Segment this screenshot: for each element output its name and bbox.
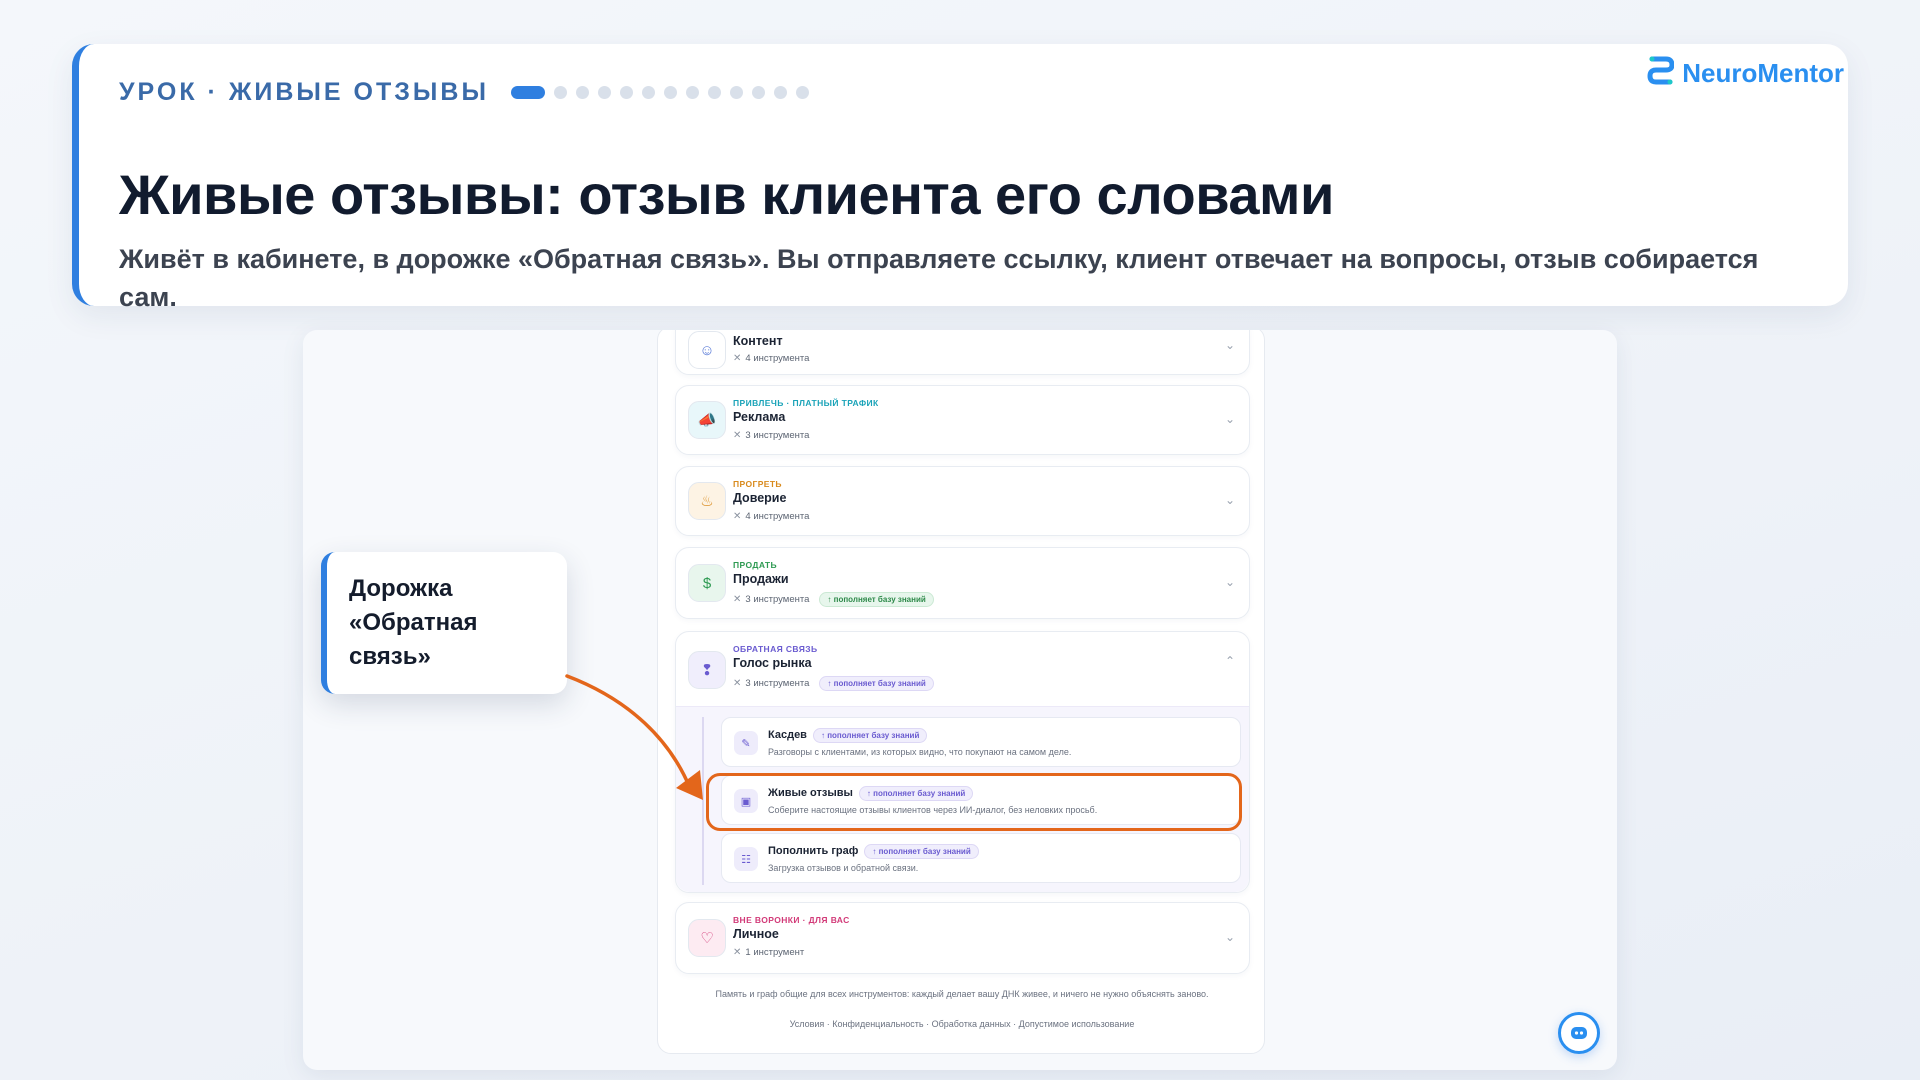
megaphone-icon: 📣 [688,401,726,439]
progress-dot [751,86,765,99]
track-tag: ПРИВЛЕЧЬ · ПЛАТНЫЙ ТРАФИК [733,398,879,408]
track-count-text: 3 инструмента [745,678,810,689]
knowledge-badge: ↑ пополняет базу знаний [819,676,934,691]
tools-icon: ✕ [733,511,742,522]
subtools-rail [702,717,704,885]
progress-dot [663,86,677,99]
track-count-text: 1 инструмент [745,947,805,958]
tools-icon: ✕ [733,353,742,364]
knowledge-badge: ↑ пополняет базу знаний [812,728,928,743]
microphone-icon: ✎ [734,731,758,755]
progress-dot [729,86,743,99]
app-screenshot: ☺ Контент ✕ 4 инструмента ⌄ 📣 ПРИВЛЕЧЬ · … [303,330,1617,1070]
track-count-text: 3 инструмента [745,594,810,605]
progress-dot [575,86,589,99]
heart-icon: ♡ [688,919,726,957]
chevron-down-icon[interactable]: ⌄ [1225,493,1235,507]
progress-dot [795,86,809,99]
track-name: Личное [733,927,779,941]
progress-dot-active [510,86,545,99]
subtool-custdev[interactable]: ✎ Касдев ↑ пополняет базу знаний Разговор… [721,717,1241,767]
callout-feedback-track: Дорожка «Обратная связь» [321,552,567,694]
track-personal[interactable]: ♡ ВНЕ ВОРОНКИ · ДЛЯ ВАС Личное ✕ 1 инстру… [675,902,1250,974]
progress-dot [707,86,721,99]
track-name: Реклама [733,410,786,424]
knowledge-badge-text: пополняет базу знаний [833,679,926,688]
track-tag: ОБРАТНАЯ СВЯЗЬ [733,644,818,654]
chevron-down-icon[interactable]: ⌄ [1225,930,1235,944]
subtool-name: Пополнить граф ↑ пополняет базу знаний [768,844,979,859]
footer-links[interactable]: Условия · Конфиденциальность · Обработка… [688,1017,1236,1031]
footer-note: Память и граф общие для всех инструменто… [715,989,1209,999]
knowledge-badge-text: пополняет базу знаний [833,595,926,604]
track-name: Продажи [733,572,789,586]
track-count: ✕ 3 инструмента [733,430,809,441]
chevron-down-icon[interactable]: ⌄ [1225,575,1235,589]
subtool-fill-graph[interactable]: ☷ Пополнить граф ↑ пополняет базу знаний … [721,833,1241,883]
track-count: ✕ 3 инструмента ↑ пополняет базу знаний [733,592,934,607]
chat-bot-icon [1571,1027,1587,1039]
track-tag: ПРОГРЕТЬ [733,479,782,489]
progress-dot [641,86,655,99]
track-count-text: 4 инструмента [745,353,810,364]
neuromentor-logo-icon [1647,56,1675,85]
lesson-progress [510,86,809,99]
track-trust[interactable]: ♨ ПРОГРЕТЬ Доверие ✕ 4 инструмента ⌄ [675,466,1250,536]
track-name: Контент [733,334,783,348]
subtool-name: Касдев ↑ пополняет базу знаний [768,728,928,743]
track-count-text: 4 инструмента [745,511,810,522]
track-sales[interactable]: $ ПРОДАТЬ Продажи ✕ 3 инструмента ↑ пополн… [675,547,1250,619]
progress-dot [553,86,567,99]
knowledge-badge: ↑ пополняет базу знаний [819,592,934,607]
track-count-text: 3 инструмента [745,430,810,441]
lesson-title: Живые отзывы: отзыв клиента его словами [119,163,1334,226]
tracks-panel: ☺ Контент ✕ 4 инструмента ⌄ 📣 ПРИВЛЕЧЬ · … [657,330,1265,1054]
track-tag: ВНЕ ВОРОНКИ · ДЛЯ ВАС [733,915,850,925]
brand-logo: NeuroMentor [1646,56,1844,90]
track-name: Голос рынка [733,656,812,670]
tools-icon: ✕ [733,947,742,958]
progress-dot [773,86,787,99]
track-count: ✕ 3 инструмента ↑ пополняет базу знаний [733,676,934,691]
lesson-eyebrow: УРОК · ЖИВЫЕ ОТЗЫВЫ [119,78,489,106]
track-tag: ПРОДАТЬ [733,560,778,570]
subtool-name-text: Касдев [768,729,807,741]
track-ads[interactable]: 📣 ПРИВЛЕЧЬ · ПЛАТНЫЙ ТРАФИК Реклама ✕ 3 и… [675,385,1250,455]
knowledge-badge-text: пополняет базу знаний [878,847,971,856]
tools-icon: ✕ [733,430,742,441]
knowledge-badge: ↑ пополняет базу знаний [864,844,979,859]
chevron-down-icon[interactable]: ⌄ [1225,412,1235,426]
brand-name: NeuroMentor [1682,57,1844,88]
users-icon: ☺ [688,331,726,369]
money-icon: $ [688,564,726,602]
track-count: ✕ 4 инструмента [733,353,809,364]
subtool-name-text: Пополнить граф [768,845,859,857]
tools-icon: ✕ [733,594,742,605]
lesson-header-card: УРОК · ЖИВЫЕ ОТЗЫВЫ Живые отзывы: отзыв … [72,44,1848,312]
database-icon: ☷ [734,847,758,871]
progress-dot [685,86,699,99]
track-name: Доверие [733,491,787,505]
chat-widget-button[interactable] [1558,1012,1600,1054]
tools-icon: ✕ [733,678,742,689]
eyebrow-row: УРОК · ЖИВЫЕ ОТЗЫВЫ [119,78,809,107]
flame-icon: ♨ [688,482,726,520]
progress-dot [619,86,633,99]
chevron-down-icon[interactable]: ⌄ [1225,338,1235,352]
track-content[interactable]: ☺ Контент ✕ 4 инструмента ⌄ [675,330,1250,375]
track-count: ✕ 4 инструмента [733,511,809,522]
track-count: ✕ 1 инструмент [733,947,804,958]
ear-icon: ❢ [688,651,726,689]
knowledge-badge-text: пополняет базу знаний [827,731,920,740]
subtool-description: Разговоры с клиентами, из которых видно,… [768,747,1072,757]
progress-dot [597,86,611,99]
lesson-subtitle: Живёт в кабинете, в дорожке «Обратная св… [119,244,1759,312]
live-reviews-highlight [706,773,1242,831]
chevron-up-icon[interactable]: ⌃ [1225,654,1235,668]
subtool-description: Загрузка отзывов и обратной связи. [768,863,919,873]
track-market-voice[interactable]: ❢ ОБРАТНАЯ СВЯЗЬ Голос рынка ✕ 3 инструме… [675,631,1250,893]
